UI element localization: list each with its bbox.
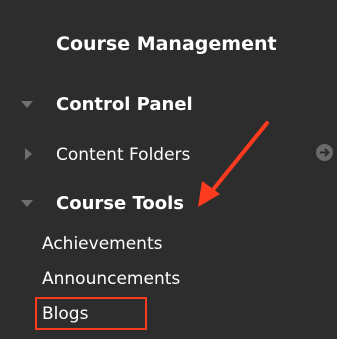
annotation-arrow-icon	[198, 121, 269, 207]
annotation-highlight-box	[35, 297, 147, 330]
course-management-panel: Course Management Control Panel Content …	[0, 0, 337, 339]
